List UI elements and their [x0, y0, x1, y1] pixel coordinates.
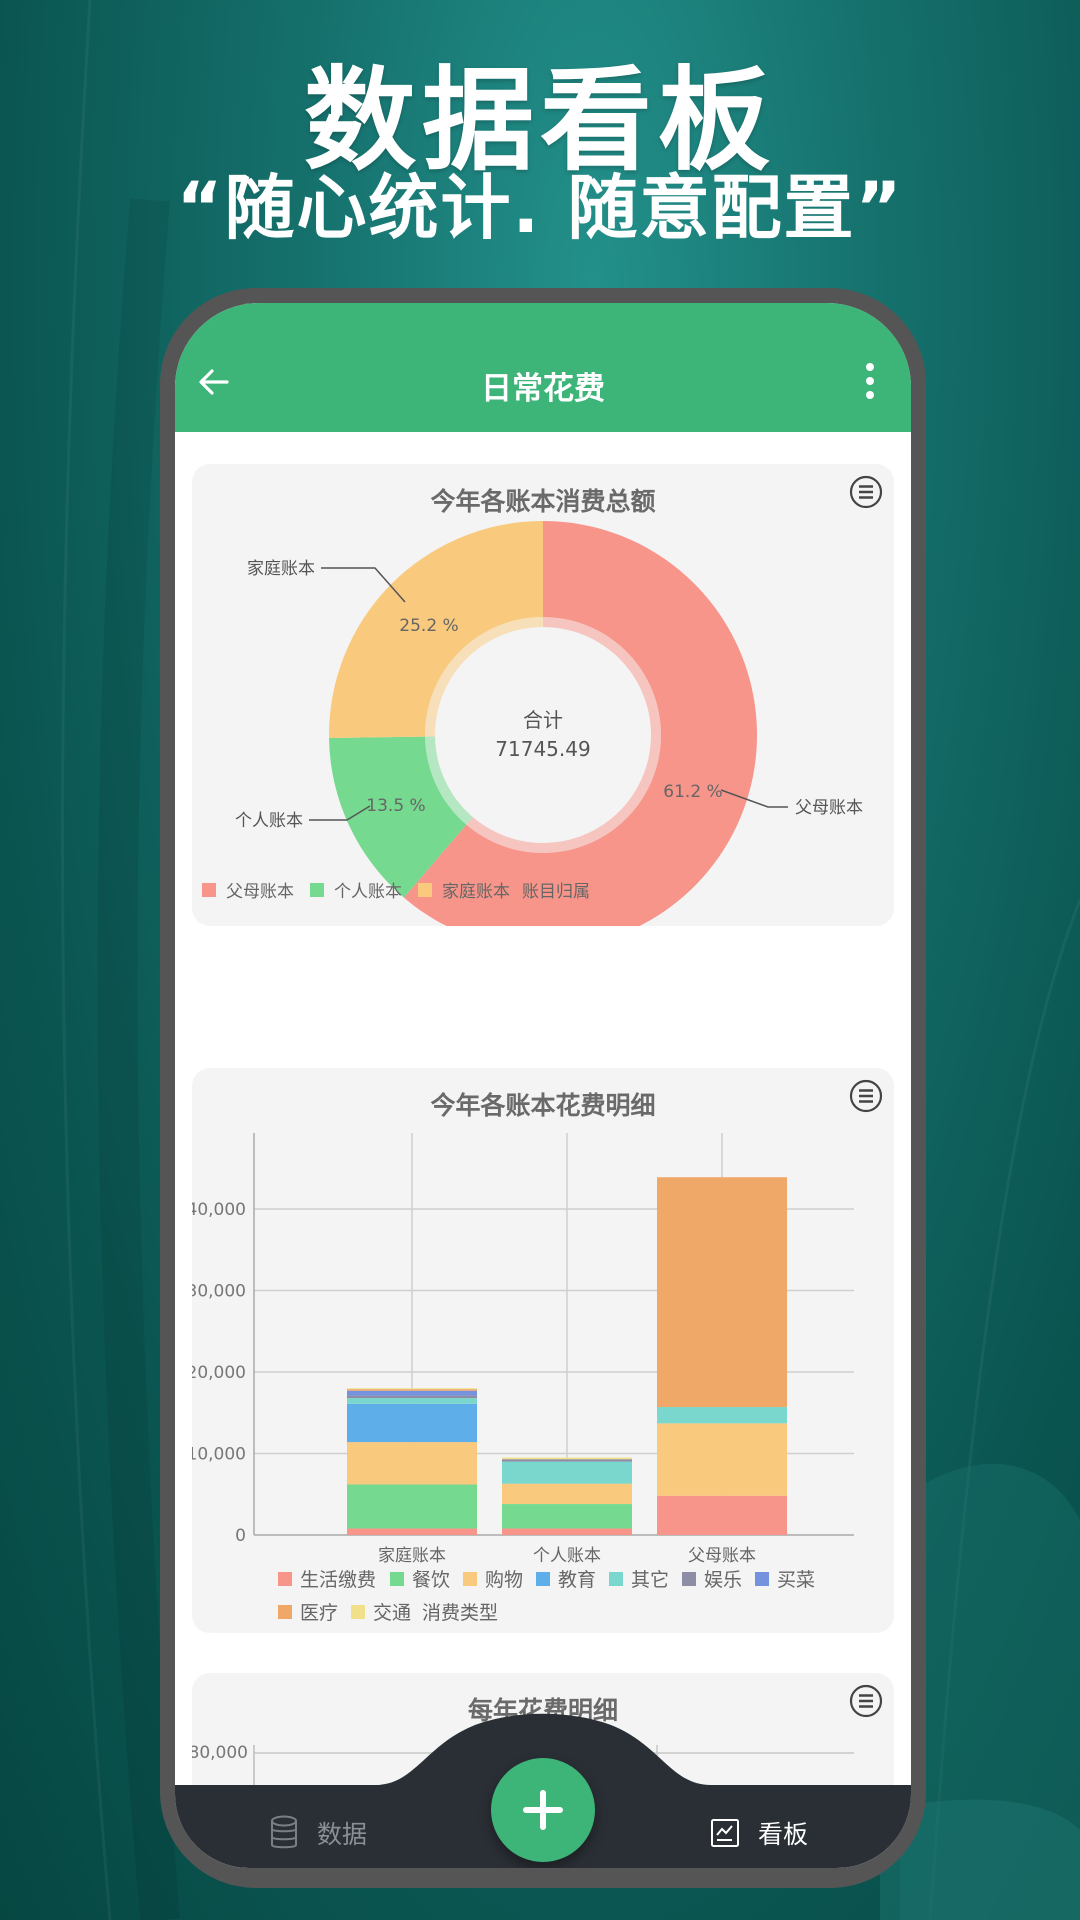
legend-item[interactable]: 父母账本 — [226, 882, 294, 902]
donut-percent-label: 61.2 % — [663, 782, 722, 802]
bar-segment[interactable] — [502, 1461, 632, 1484]
legend-swatch — [278, 1605, 292, 1619]
legend-item[interactable]: 个人账本 — [334, 882, 402, 902]
legend-item[interactable]: 教育 — [558, 1569, 596, 1591]
legend-title: 账目归属 — [522, 882, 590, 902]
donut-slice-name: 父母账本 — [795, 798, 863, 818]
bar-segment[interactable] — [347, 1388, 477, 1390]
legend-swatch — [310, 883, 324, 897]
nav-item-data[interactable]: 数据 — [269, 1813, 367, 1853]
y-tick-label: 10,000 — [192, 1445, 246, 1465]
bar-segment[interactable] — [502, 1504, 632, 1529]
plus-icon — [523, 1790, 563, 1830]
donut-hole — [447, 639, 639, 831]
donut-percent-label: 13.5 % — [366, 796, 425, 816]
legend-title: 消费类型 — [422, 1602, 498, 1624]
bar-segment[interactable] — [657, 1495, 787, 1535]
legend-swatch — [682, 1572, 696, 1586]
y-tick-label: 0 — [235, 1526, 246, 1546]
y-tick-label: 80,000 — [192, 1743, 248, 1763]
legend-swatch — [390, 1572, 404, 1586]
more-vertical-icon[interactable] — [865, 361, 875, 401]
x-tick-label: 个人账本 — [533, 1546, 601, 1566]
bar-segment[interactable] — [347, 1390, 477, 1396]
page-title: 日常花费 — [481, 371, 605, 407]
bar-segment[interactable] — [502, 1528, 632, 1535]
legend-item[interactable]: 餐饮 — [412, 1569, 450, 1591]
y-tick-label: 30,000 — [192, 1282, 246, 1302]
bar-segment[interactable] — [347, 1398, 477, 1404]
legend-swatch — [418, 883, 432, 897]
legend-swatch — [536, 1572, 550, 1586]
legend-item[interactable]: 交通 — [373, 1602, 411, 1624]
bar-segment[interactable] — [347, 1528, 477, 1535]
legend-swatch — [351, 1605, 365, 1619]
donut-slice-name: 个人账本 — [235, 811, 303, 831]
legend-swatch — [609, 1572, 623, 1586]
y-tick-label: 40,000 — [192, 1200, 246, 1220]
legend-item[interactable]: 娱乐 — [704, 1569, 742, 1591]
nav-label: 看板 — [758, 1820, 809, 1849]
chart-card-account-totals: 今年各账本消费总额 合计 71745.49 61.2 % 父母账本 13.5 % 个人… — [192, 464, 894, 926]
legend-item[interactable]: 其它 — [631, 1569, 669, 1591]
y-tick-label: 20,000 — [192, 1363, 246, 1383]
bar-segment[interactable] — [657, 1423, 787, 1496]
legend-swatch — [463, 1572, 477, 1586]
chart-card-account-breakdown: 今年各账本花费明细 0 10,000 20,000 30,000 40,000 家庭账本… — [192, 1068, 894, 1633]
legend-swatch — [278, 1572, 292, 1586]
legend-swatch — [755, 1572, 769, 1586]
donut-slice-name: 家庭账本 — [247, 559, 315, 579]
hero-subtitle: “随心统计. 随意配置” — [176, 167, 904, 249]
bar-segment[interactable] — [347, 1389, 477, 1391]
donut-center-value: 71745.49 — [495, 737, 590, 761]
donut-percent-label: 25.2 % — [399, 616, 458, 636]
bar-segment[interactable] — [347, 1442, 477, 1485]
legend-item[interactable]: 医疗 — [300, 1602, 338, 1624]
bar-segment[interactable] — [347, 1403, 477, 1443]
legend-item[interactable]: 生活缴费 — [300, 1569, 376, 1591]
bar-segment[interactable] — [657, 1177, 787, 1408]
chart-board-icon — [711, 1819, 739, 1847]
stacked-bar-chart: 0 10,000 20,000 30,000 40,000 家庭账本 个人账本 父母账本 生… — [192, 1133, 854, 1624]
nav-item-board[interactable]: 看板 — [710, 1813, 808, 1853]
donut-chart: 合计 71745.49 61.2 % 父母账本 13.5 % 个人账本 25.2 % 家庭… — [202, 521, 863, 926]
bar-segment[interactable] — [502, 1459, 632, 1462]
bar-segment[interactable] — [347, 1395, 477, 1399]
legend-item[interactable]: 购物 — [485, 1569, 523, 1591]
x-tick-label: 家庭账本 — [378, 1546, 446, 1566]
bar-segment[interactable] — [502, 1483, 632, 1505]
app-screen: 日常花费 今年各账本消费总额 合计 71745.49 61.2 % 父母账本 13.… — [175, 303, 911, 1868]
nav-label: 数据 — [317, 1820, 368, 1849]
database-icon — [271, 1815, 297, 1849]
donut-center-label: 合计 — [523, 708, 563, 732]
legend-swatch — [202, 883, 216, 897]
x-tick-label: 父母账本 — [688, 1546, 756, 1566]
legend-item[interactable]: 买菜 — [777, 1569, 815, 1591]
legend-item[interactable]: 家庭账本 — [442, 882, 510, 902]
add-fab-button[interactable] — [491, 1758, 595, 1862]
bar-segment[interactable] — [657, 1407, 787, 1424]
app-bar: 日常花费 — [175, 303, 911, 432]
bar-segment[interactable] — [347, 1484, 477, 1529]
bar-segment[interactable] — [502, 1457, 632, 1460]
